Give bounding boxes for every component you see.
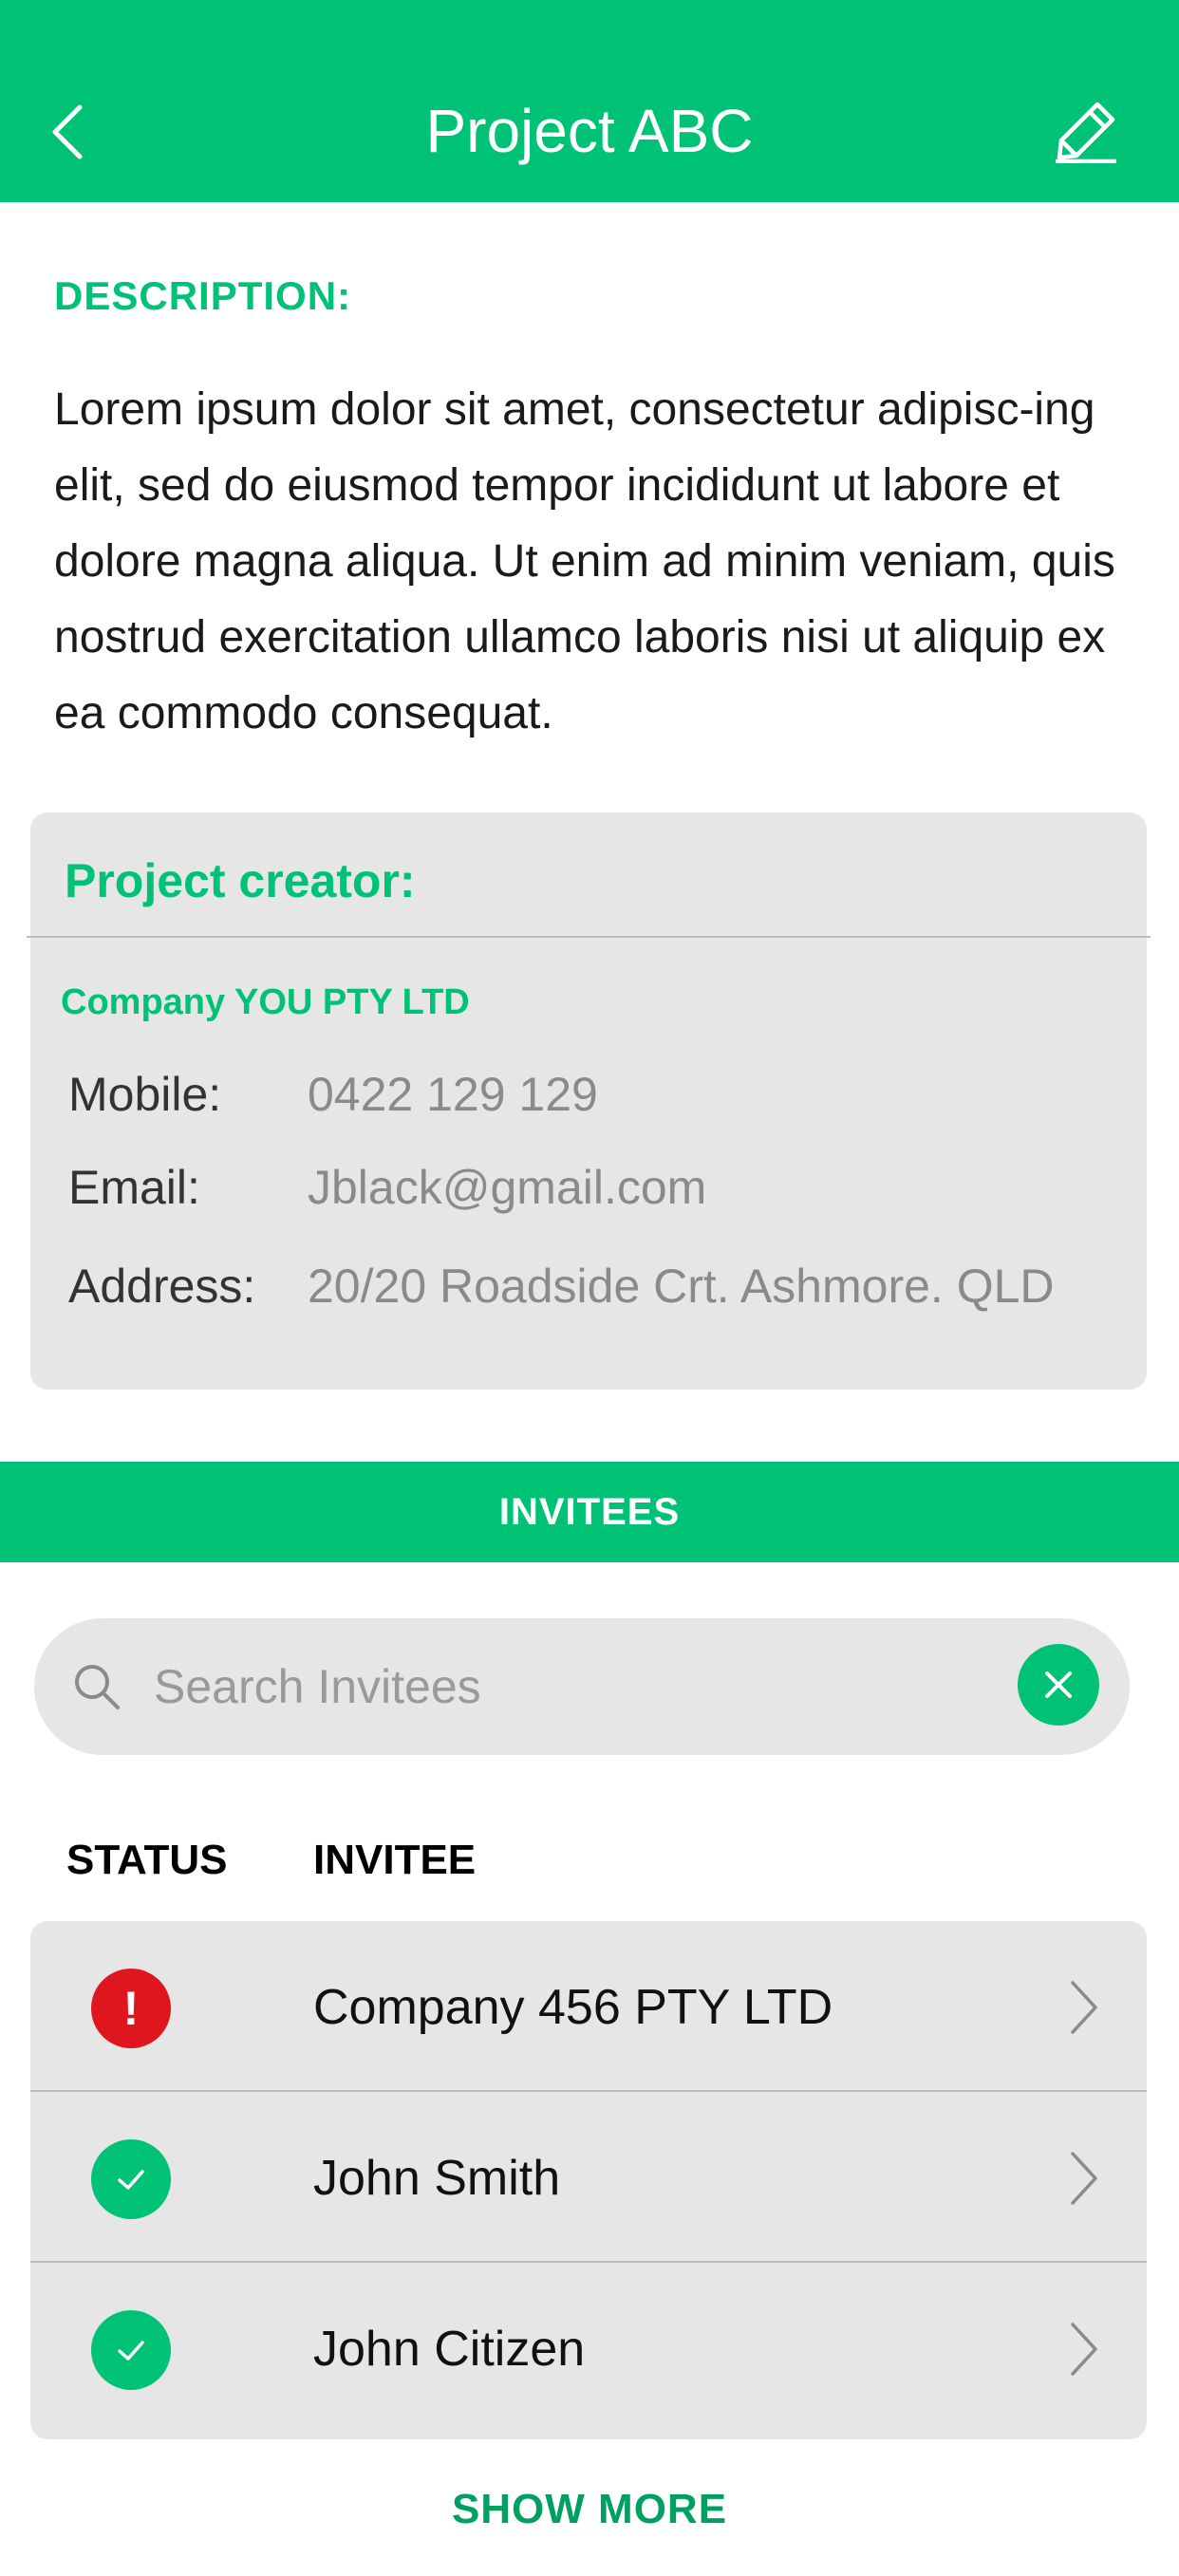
search-input[interactable] <box>154 1645 989 1728</box>
mobile-value[interactable]: 0422 129 129 <box>308 1061 598 1128</box>
invitees-section-header: INVITEES <box>0 1462 1179 1562</box>
address-value[interactable]: 20/20 Roadside Crt. Ashmore. QLD <box>308 1253 1055 1319</box>
invitee-row[interactable]: John Smith <box>30 2092 1147 2263</box>
page-title: Project ABC <box>425 97 754 165</box>
divider <box>27 936 1151 938</box>
chevron-right-icon <box>1056 2316 1113 2382</box>
email-value[interactable]: Jblack@gmail.com <box>308 1154 706 1221</box>
check-status-icon <box>91 2139 171 2219</box>
invitee-name: John Smith <box>313 2151 561 2206</box>
address-label: Address: <box>68 1260 256 1313</box>
email-label: Email: <box>68 1161 200 1214</box>
invitee-row[interactable]: John Citizen <box>30 2263 1147 2434</box>
close-icon <box>1045 1671 1072 1698</box>
creator-card-title: Project creator: <box>65 854 416 907</box>
project-creator-card: Project creator: Company YOU PTY LTD Mob… <box>27 812 1151 1390</box>
search-icon <box>75 1665 120 1709</box>
description-text: Lorem ipsum dolor sit amet, consectetur … <box>54 384 1115 738</box>
description-label: DESCRIPTION: <box>54 273 352 318</box>
project-detail-screen: Project ABC DESCRIPTION: Lorem ipsum dol… <box>0 0 1179 2576</box>
pencil-icon <box>1056 102 1116 163</box>
invitee-row[interactable]: ! Company 456 PTY LTD <box>30 1921 1147 2092</box>
chevron-right-icon <box>1056 2145 1113 2212</box>
alert-status-icon: ! <box>91 1969 171 2048</box>
column-header-invitee: INVITEE <box>313 1837 477 1883</box>
invitee-name: Company 456 PTY LTD <box>313 1980 833 2035</box>
column-header-status: STATUS <box>66 1837 228 1883</box>
creator-company: Company YOU PTY LTD <box>61 982 470 1022</box>
show-more-button[interactable]: SHOW MORE <box>0 2481 1179 2538</box>
app-header: Project ABC <box>0 0 1179 202</box>
check-status-icon <box>91 2310 171 2390</box>
chevron-right-icon <box>1056 1974 1113 2041</box>
mobile-label: Mobile: <box>68 1068 222 1121</box>
clear-search-button[interactable] <box>1018 1644 1099 1726</box>
invitee-list: ! Company 456 PTY LTD John Smith John Ci… <box>30 1921 1147 2439</box>
edit-button[interactable] <box>1050 95 1122 167</box>
invitee-name: John Citizen <box>313 2322 586 2377</box>
invitee-search-bar <box>34 1618 1130 1755</box>
